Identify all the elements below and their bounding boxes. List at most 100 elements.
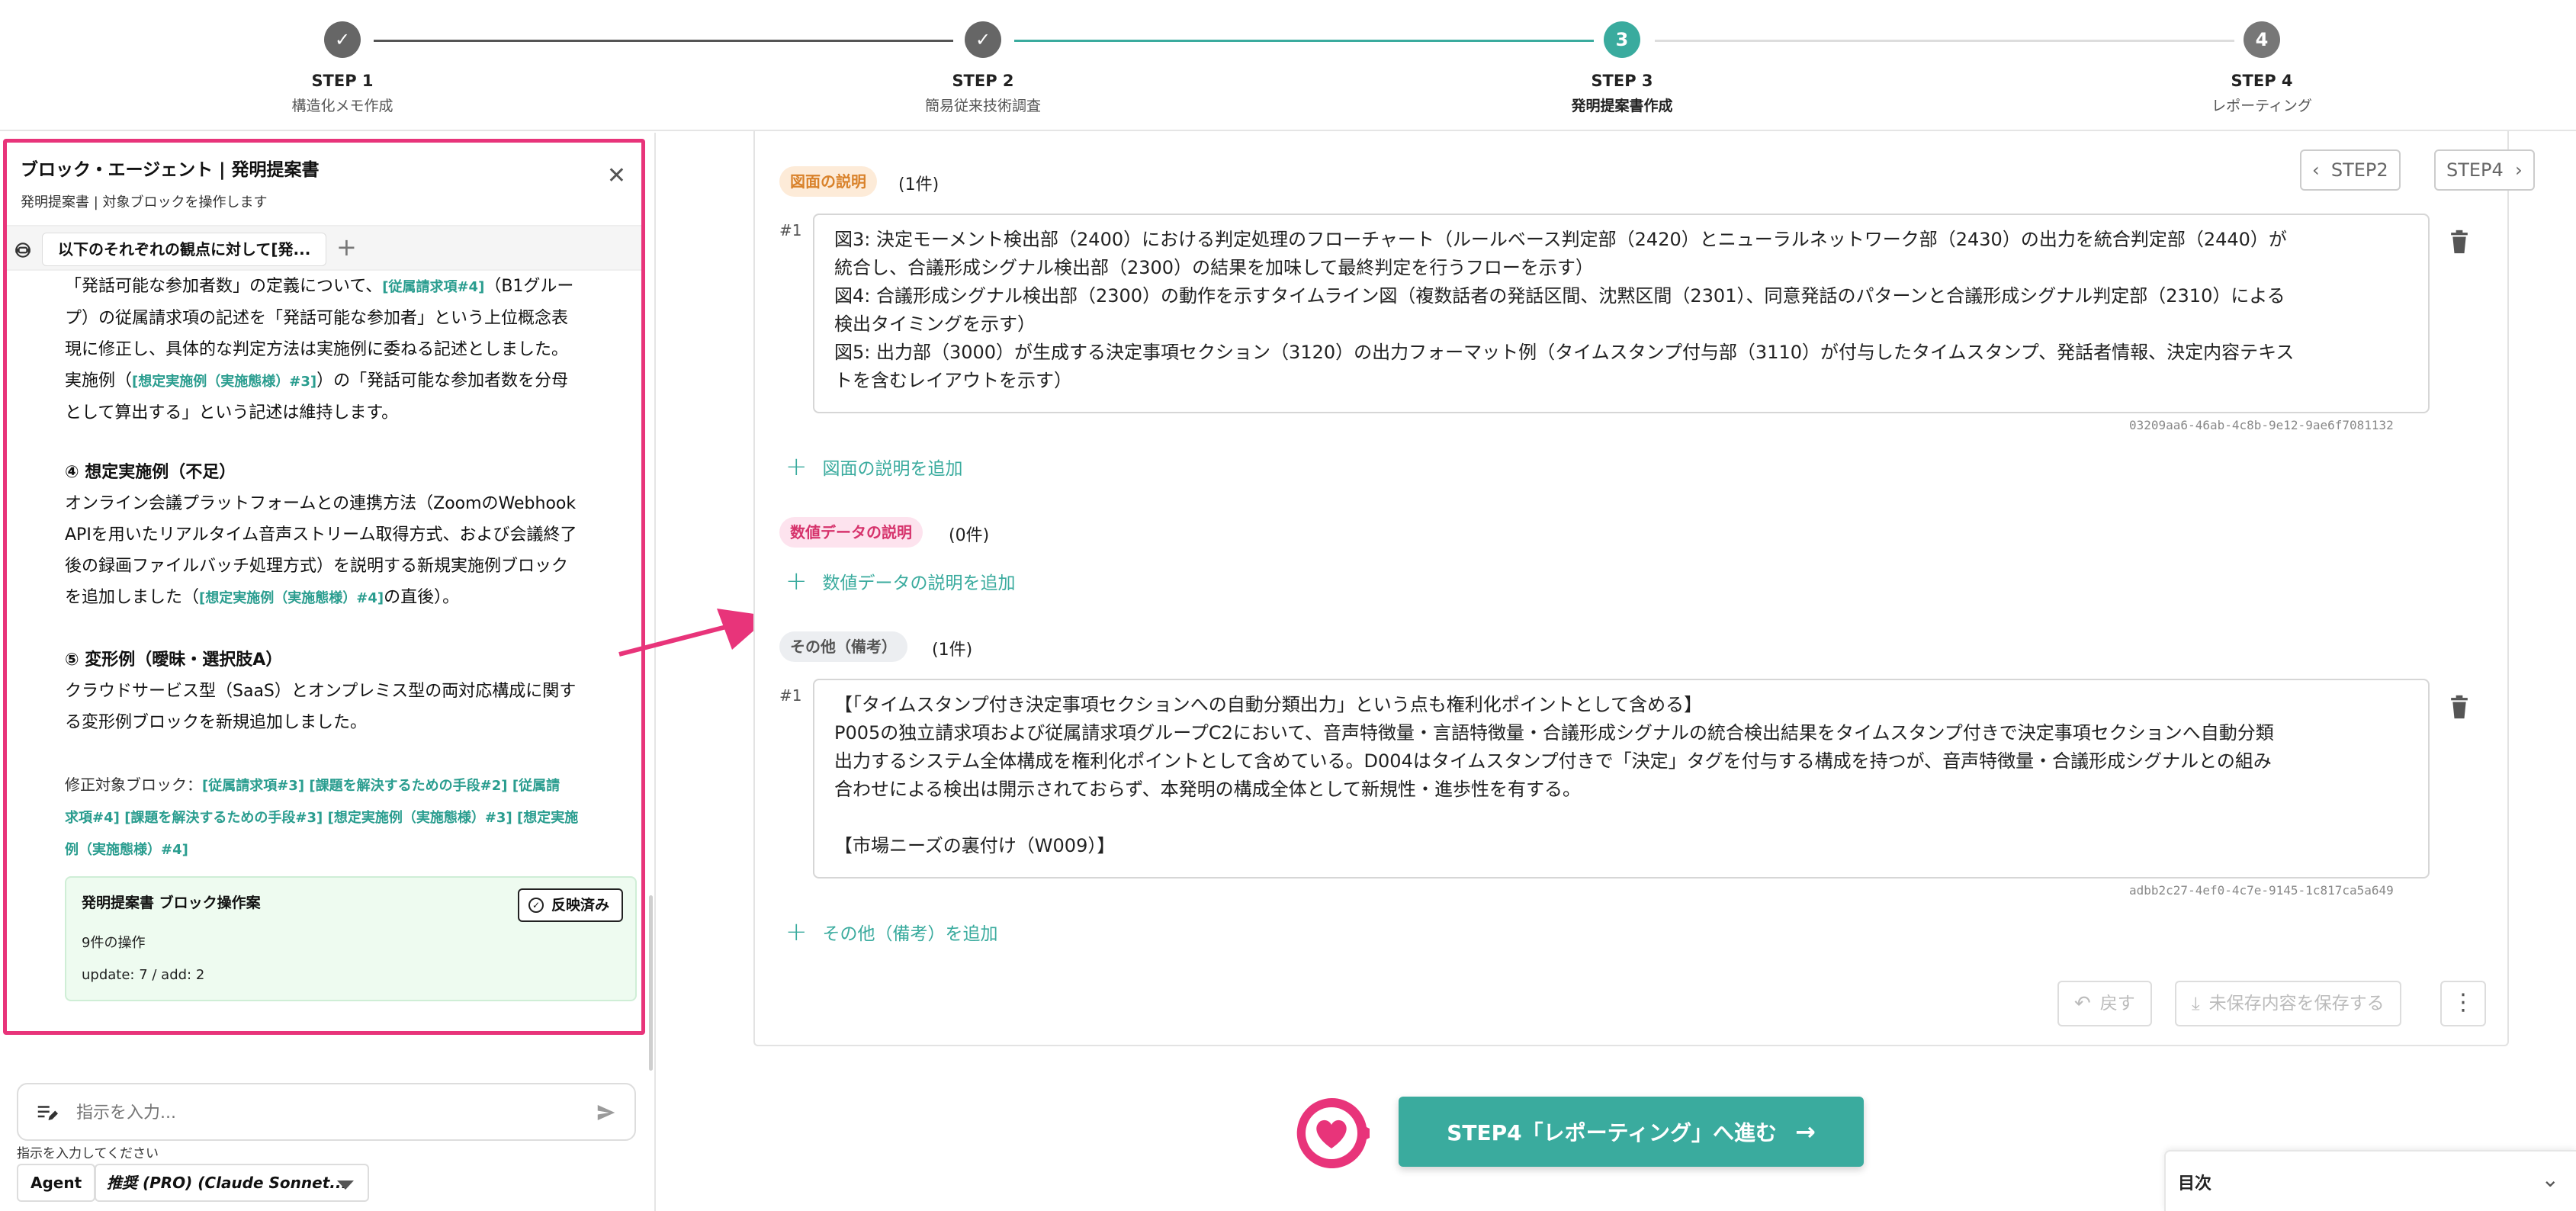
numeric-count: (0件) <box>949 526 990 545</box>
download-icon: ⤓ <box>2192 993 2200 1014</box>
toc-panel[interactable]: 目次 ⌄ <box>2164 1150 2576 1211</box>
thread-tab[interactable]: 以下のそれぞれの観点に対して[発... <box>42 233 327 266</box>
text-line: 【市場ニーズの裏付け（W009）】 <box>834 835 1116 856</box>
msg-text: ）の「発話可能な参加者数を分母 <box>316 371 569 390</box>
agent-icon <box>15 243 31 258</box>
section-label-numeric: 数値データの説明 <box>779 517 923 548</box>
trash-icon[interactable] <box>2449 694 2469 720</box>
save-button[interactable]: ⤓ 未保存内容を保存する <box>2175 981 2401 1026</box>
heart-icon <box>1296 1097 1370 1168</box>
msg-text: オンライン会議プラットフォームとの連携方法（ZoomのWebhook <box>65 494 577 513</box>
block-ref-link[interactable]: [従属請 <box>512 778 560 794</box>
figures-textarea[interactable]: 図3: 決定モーメント検出部（2400）における判定処理のフローチャート（ルール… <box>813 214 2430 413</box>
agent-title: ブロック・エージェント | 発明提案書 <box>21 160 320 180</box>
message-section-4: ④ 想定実施例（不足） オンライン会議プラットフォームとの連携方法（ZoomのW… <box>65 457 629 614</box>
block-ref-link[interactable]: [課題を解決するための手段#3] <box>124 810 323 826</box>
toc-label: 目次 <box>2178 1174 2212 1193</box>
step-2-name: STEP 2 <box>952 72 1014 90</box>
message-paragraph-1: 「発話可能な参加者数」の定義について、[従属請求項#4]（B1グルー プ）の従属… <box>65 271 629 429</box>
add-numeric-link[interactable]: + 数値データの説明を追加 <box>785 566 1016 596</box>
text-line: 図4: 合議形成シグナル検出部（2300）の動作を示すタイムライン図（複数話者の… <box>834 285 2285 307</box>
section-label-other: その他（備考） <box>779 631 907 662</box>
text-line: 【「タイムスタンプ付き決定事項セクションへの自動分類出力」という点も権利化ポイン… <box>834 694 1703 715</box>
add-other-label: その他（備考）を追加 <box>822 924 998 944</box>
figures-count: (1件) <box>898 175 940 194</box>
instruction-input[interactable] <box>76 1098 564 1127</box>
block-ref-link[interactable]: [従属請求項#3] <box>202 778 304 794</box>
scrollbar[interactable] <box>649 895 653 1071</box>
text-line: 図3: 決定モーメント検出部（2400）における判定処理のフローチャート（ルール… <box>834 229 2287 250</box>
step-3-number: 3 <box>1604 21 1640 58</box>
plus-icon: + <box>785 566 808 596</box>
msg-text: として算出する」という記述は維持します。 <box>65 403 399 422</box>
undo-label: 戻す <box>2099 994 2135 1013</box>
undo-button[interactable]: ↶ 戻す <box>2057 981 2152 1026</box>
text-line: 統合し、合議形成シグナル検出部（2300）の結果を加味して最終判定を行うフローを… <box>834 257 1594 278</box>
modified-label: 修正対象ブロック： <box>65 776 202 794</box>
step-4-number: 4 <box>2244 21 2280 58</box>
msg-text: 「発話可能な参加者数」の定義について、 <box>65 277 383 296</box>
trash-icon[interactable] <box>2449 229 2469 255</box>
prev-step-button[interactable]: ‹ STEP2 <box>2300 149 2401 191</box>
undo-icon: ↶ <box>2074 992 2091 1015</box>
text-line <box>834 804 2408 832</box>
figures-block-id: 03209aa6-46ab-4c8b-9e12-9ae6f7081132 <box>2129 418 2394 432</box>
send-icon[interactable] <box>595 1101 618 1124</box>
step-4[interactable]: 4 STEP 4 レポーティング <box>2125 21 2399 115</box>
step-3[interactable]: 3 STEP 3 発明提案書作成 <box>1485 21 1759 115</box>
mode-agent-button[interactable]: Agent <box>17 1164 96 1202</box>
step-4-sub: レポーティング <box>2211 98 2312 114</box>
modified-blocks: 修正対象ブロック：[従属請求項#3] [課題を解決するための手段#2] [従属請… <box>65 769 629 866</box>
agent-chat-box: ブロック・エージェント | 発明提案書 発明提案書 | 対象ブロックを操作します… <box>3 139 645 1035</box>
check-circle-icon: ✓ <box>528 898 544 913</box>
text-line: トを含むレイアウトを示す） <box>834 370 1072 391</box>
section-heading: ④ 想定実施例（不足） <box>65 463 236 482</box>
msg-text: プ）の従属請求項の記述を「発話可能な参加者」という上位概念表 <box>65 309 569 328</box>
block-ref-link[interactable]: [想定実施例（実施態様）#3] <box>328 810 512 826</box>
block-ref-link[interactable]: [想定実施例（実施態様）#3] <box>132 374 316 390</box>
next-step-button[interactable]: STEP4 › <box>2434 149 2535 191</box>
more-options-button[interactable]: ⋮ <box>2440 981 2486 1026</box>
block-ref-link[interactable]: 例（実施態様）#4] <box>65 842 188 858</box>
add-thread-icon[interactable]: + <box>336 233 357 262</box>
agent-header: ブロック・エージェント | 発明提案書 発明提案書 | 対象ブロックを操作します… <box>7 143 641 222</box>
add-figure-label: 図面の説明を追加 <box>822 459 963 479</box>
other-row-number: #1 <box>779 686 802 705</box>
other-count: (1件) <box>932 641 973 660</box>
msg-text: の直後）。 <box>384 588 460 607</box>
model-select[interactable]: 推奨 (PRO) (Claude Sonnet... <box>95 1164 369 1202</box>
prev-step-label: STEP2 <box>2330 159 2388 181</box>
text-line: 図5: 出力部（3000）が生成する決定事項セクション（3120）の出力フォーマ… <box>834 342 2295 363</box>
instruction-input-box[interactable] <box>17 1083 636 1141</box>
agent-panel: ブロック・エージェント | 発明提案書 発明提案書 | 対象ブロックを操作します… <box>0 133 656 1211</box>
save-label: 未保存内容を保存する <box>2208 994 2385 1013</box>
step-3-sub: 発明提案書作成 <box>1571 98 1673 114</box>
block-ref-link[interactable]: 求項#4] <box>65 810 120 826</box>
text-line: 合わせによる検出は開示されておらず、本発明の構成全体として新規性・進歩性を有する… <box>834 779 1581 800</box>
block-ref-link[interactable]: [想定実施 <box>517 810 578 826</box>
add-numeric-label: 数値データの説明を追加 <box>822 573 1016 593</box>
op-detail: update: 7 / add: 2 <box>82 967 205 983</box>
next-step-label: STEP4 <box>2446 159 2504 181</box>
step-1-name: STEP 1 <box>311 72 374 90</box>
message-section-5: ⑤ 変形例（曖昧・選択肢A） クラウドサービス型（SaaS）とオンプレミス型の両… <box>65 644 629 738</box>
block-ref-link[interactable]: [課題を解決するための手段#2] <box>309 778 507 794</box>
step-1[interactable]: ✓ STEP 1 構造化メモ作成 <box>205 21 480 115</box>
block-ref-link[interactable]: [想定実施例（実施態様）#4] <box>199 590 384 606</box>
add-figure-link[interactable]: + 図面の説明を追加 <box>785 451 963 482</box>
close-icon[interactable]: ✕ <box>607 162 626 189</box>
pointer-arrow-icon <box>618 609 770 657</box>
proceed-label: STEP4「レポーティング」へ進む <box>1447 1120 1777 1145</box>
edit-list-icon <box>37 1106 58 1120</box>
add-other-link[interactable]: + その他（備考）を追加 <box>785 917 998 947</box>
block-ref-link[interactable]: [従属請求項#4] <box>382 279 484 295</box>
step-3-name: STEP 3 <box>1591 72 1653 90</box>
other-textarea[interactable]: 【「タイムスタンプ付き決定事項セクションへの自動分類出力」という点も権利化ポイン… <box>813 679 2430 879</box>
check-icon: ✓ <box>965 21 1001 58</box>
step-2[interactable]: ✓ STEP 2 簡易従来技術調査 <box>846 21 1120 115</box>
progress-stepper: ✓ STEP 1 構造化メモ作成 ✓ STEP 2 簡易従来技術調査 3 STE… <box>0 0 2576 131</box>
applied-button[interactable]: ✓ 反映済み <box>517 888 623 922</box>
model-select-value: 推奨 (PRO) (Claude Sonnet... <box>107 1174 348 1192</box>
proceed-step4-button[interactable]: STEP4「レポーティング」へ進む → <box>1399 1097 1864 1167</box>
arrow-right-icon: → <box>1794 1117 1816 1146</box>
